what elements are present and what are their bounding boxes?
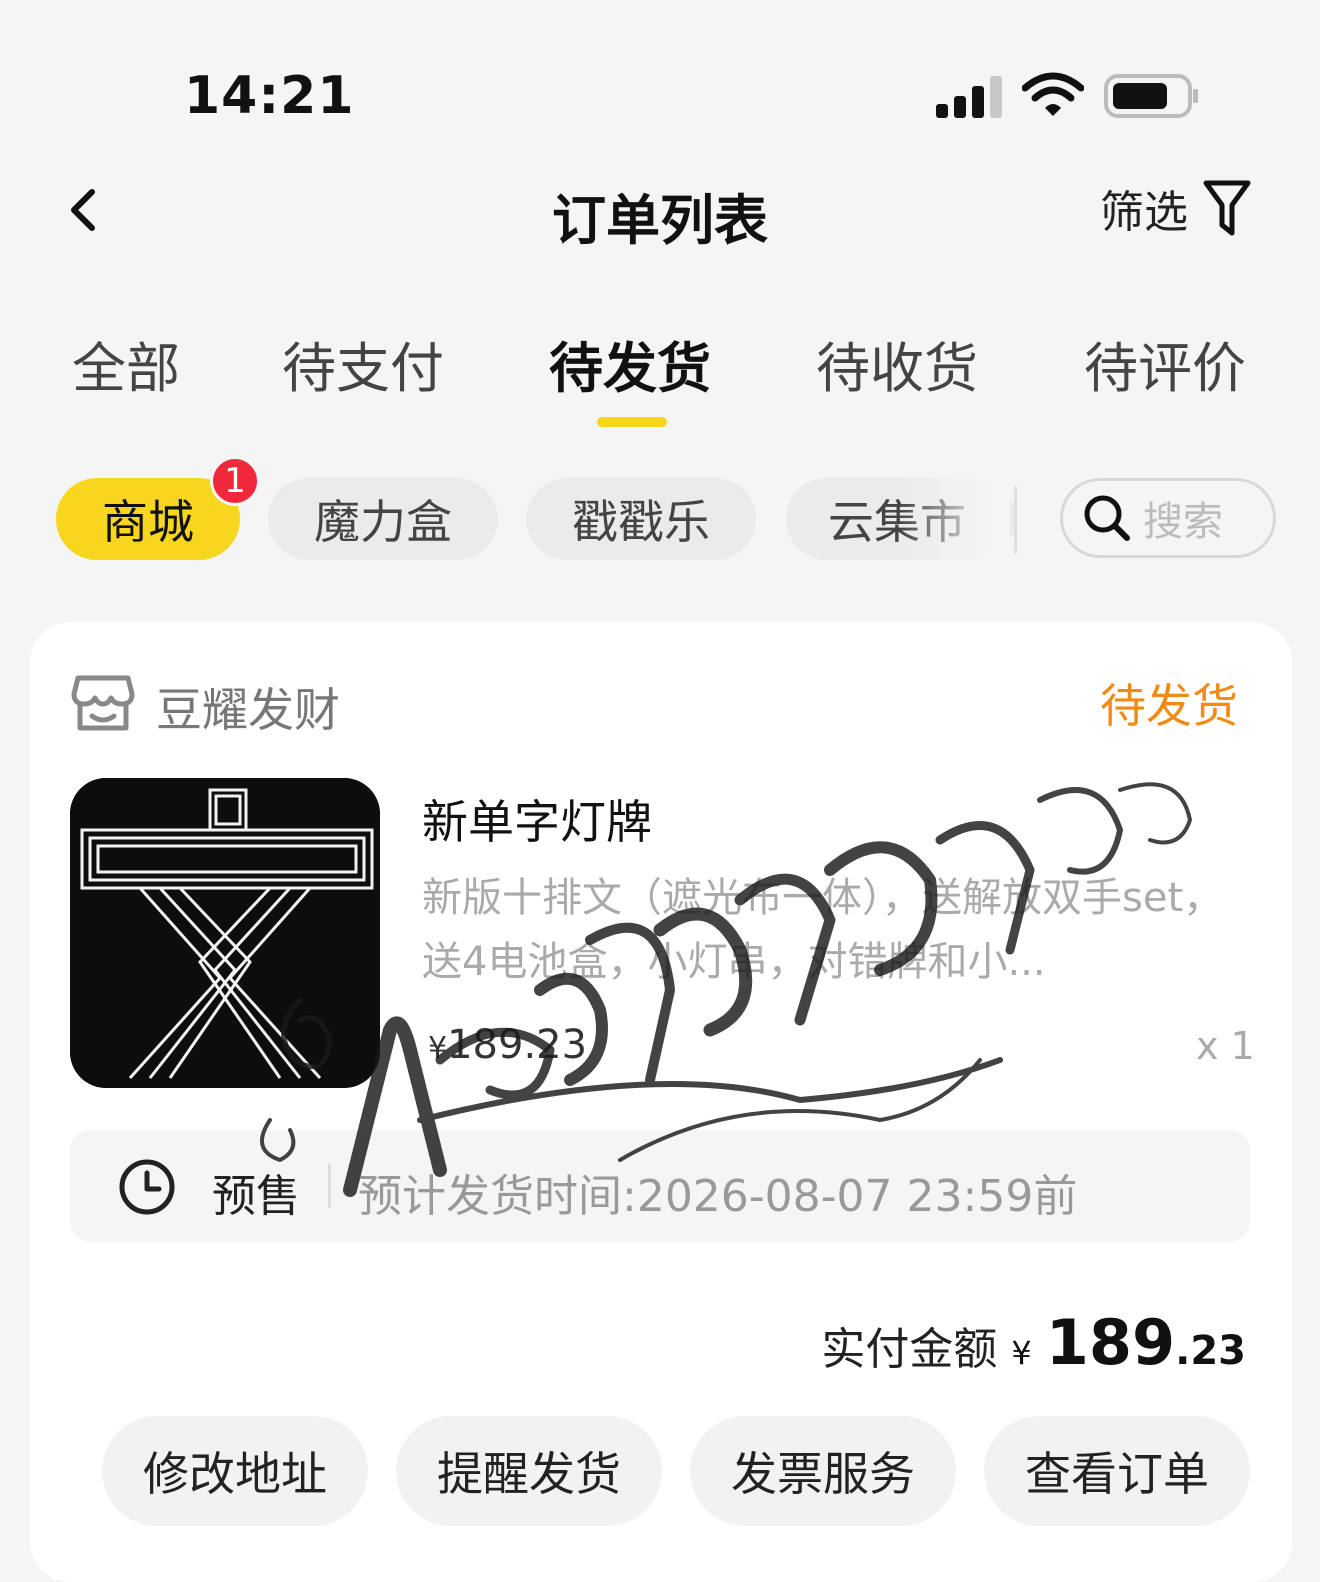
battery-icon xyxy=(1104,74,1198,118)
search-placeholder: 搜索 xyxy=(1143,499,1223,545)
status-time: 14:21 xyxy=(184,66,355,126)
search-input[interactable]: 搜索 xyxy=(1060,478,1276,558)
cellular-signal-icon xyxy=(936,76,1002,118)
tab-pending-shipment[interactable]: 待发货 xyxy=(549,324,711,403)
tab-pending-payment[interactable]: 待支付 xyxy=(282,324,444,403)
amount-paid-decimal: .23 xyxy=(1175,1328,1246,1374)
modify-address-button[interactable]: 修改地址 xyxy=(102,1416,368,1526)
remind-shipment-button[interactable]: 提醒发货 xyxy=(396,1416,662,1526)
invoice-service-button[interactable]: 发票服务 xyxy=(690,1416,956,1526)
product-price: ¥189.23 xyxy=(428,1022,587,1068)
view-order-button[interactable]: 查看订单 xyxy=(984,1416,1250,1526)
scroll-fade xyxy=(900,478,1010,560)
clock-icon xyxy=(119,1159,175,1215)
shop-name[interactable]: 豆耀发财 xyxy=(156,674,340,740)
filter-button[interactable]: 筛选 xyxy=(1100,176,1252,240)
category-poke-fun[interactable]: 戳戳乐 xyxy=(526,478,756,560)
tab-pending-receipt[interactable]: 待收货 xyxy=(816,324,978,403)
back-button[interactable] xyxy=(56,180,116,240)
page-title: 订单列表 xyxy=(552,189,768,252)
filter-funnel-icon xyxy=(1203,180,1251,236)
price-currency: ¥ xyxy=(428,1031,448,1066)
wifi-icon xyxy=(1022,72,1084,116)
amount-paid-integer: 189 xyxy=(1045,1306,1176,1379)
tab-pending-review[interactable]: 待评价 xyxy=(1084,324,1246,403)
category-divider xyxy=(1014,486,1017,554)
price-value: 189.23 xyxy=(447,1022,588,1068)
order-status-label: 待发货 xyxy=(1100,679,1238,733)
filter-label: 筛选 xyxy=(1100,187,1188,238)
notification-badge: 1 xyxy=(210,456,260,506)
amount-paid-label: 实付金额 xyxy=(821,1324,998,1375)
product-thumbnail[interactable] xyxy=(70,778,380,1088)
amount-paid-row: 实付金额 ¥ 189 .23 xyxy=(821,1306,1246,1379)
amount-paid-currency: ¥ xyxy=(1011,1334,1032,1372)
shop-icon xyxy=(71,675,135,731)
presale-label: 预售 xyxy=(212,1171,300,1222)
category-magic-box[interactable]: 魔力盒 xyxy=(268,478,498,560)
product-description: 新版十排文（遮光布一体），送解放双手set，送4电池盒，小灯串，对错牌和小... xyxy=(422,875,1224,985)
search-icon xyxy=(1084,495,1130,541)
product-title[interactable]: 新单字灯牌 xyxy=(422,786,652,852)
estimated-ship-time: 预计发货时间:2026-08-07 23:59前 xyxy=(358,1171,1078,1222)
product-quantity: x 1 xyxy=(1196,1024,1255,1068)
active-tab-indicator xyxy=(597,417,667,427)
presale-divider xyxy=(328,1164,331,1208)
neon-sign-image xyxy=(70,778,380,1088)
tab-all[interactable]: 全部 xyxy=(72,324,180,403)
